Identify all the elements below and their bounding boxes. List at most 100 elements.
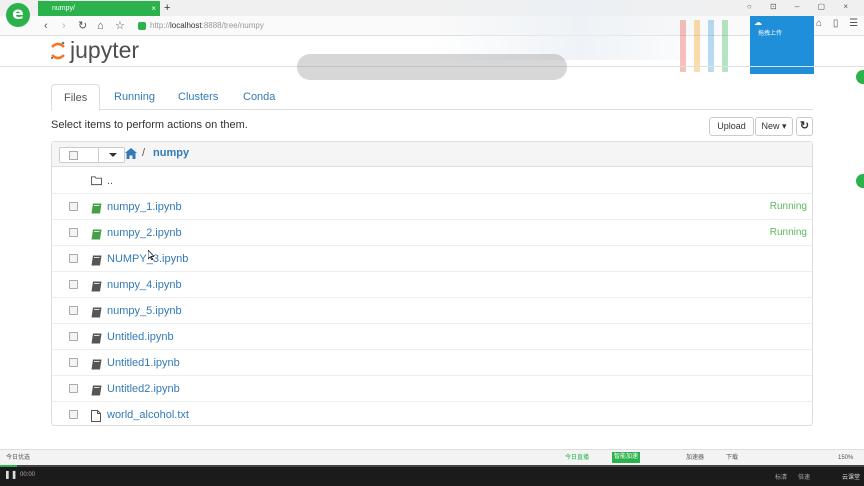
notebook-icon (91, 253, 102, 266)
running-status: Running (769, 227, 807, 238)
selection-hint: Select items to perform actions on them. (51, 119, 248, 131)
file-row[interactable]: numpy_1.ipynb Running (52, 194, 812, 220)
file-checkbox[interactable] (69, 306, 78, 315)
url-path: :8888/tree/numpy (201, 21, 264, 30)
file-name-link[interactable]: numpy_2.ipynb (107, 226, 182, 240)
quality-button[interactable]: 标清 (775, 472, 787, 481)
forward-icon[interactable]: › (62, 18, 66, 34)
select-all-checkbox[interactable] (69, 151, 78, 160)
browser-status-bar: 今日优选 今日直播 智能加速 加速器 下载 150% (0, 449, 864, 465)
file-list: / numpy .. numpy_1.ipynb Running numpy_2.i… (51, 141, 813, 426)
file-name-link[interactable]: Untitled.ipynb (107, 330, 174, 344)
breadcrumb-current-dir[interactable]: numpy (153, 147, 189, 159)
parent-dir-label[interactable]: .. (107, 174, 113, 188)
refresh-button[interactable]: ↻ (796, 117, 813, 136)
tab-title: numpy/ (52, 5, 75, 12)
browser-window: numpy/ × + ○ ⊡ – ▢ × e ‹ › ↻ ⌂ ☆ http://… (0, 0, 864, 486)
file-name-link[interactable]: world_alcohol.txt (107, 408, 189, 422)
cloud-icon: ☁ (754, 18, 762, 27)
folder-icon (91, 176, 102, 186)
video-progress-fill (0, 465, 18, 467)
browser-tab[interactable]: numpy/ × (38, 1, 160, 16)
file-row[interactable]: Untitled2.ipynb (52, 376, 812, 402)
video-progress-bar[interactable] (0, 465, 864, 467)
notification-overlay (297, 54, 567, 80)
file-checkbox[interactable] (69, 358, 78, 367)
chevron-down-icon: ▾ (782, 121, 787, 131)
browser-right-icons[interactable]: ⌂ ▯ ☰ (816, 18, 862, 29)
side-float-icon[interactable] (854, 172, 864, 190)
file-row[interactable]: numpy_4.ipynb (52, 272, 812, 298)
url-host: localhost (170, 21, 202, 30)
smart-accel-toggle[interactable]: 智能加速 (612, 452, 641, 463)
file-row[interactable]: Untitled1.ipynb (52, 350, 812, 376)
file-checkbox[interactable] (69, 254, 78, 263)
url-field[interactable]: http://localhost:8888/tree/numpy (136, 18, 426, 34)
accelerator-link[interactable]: 加速器 (686, 450, 704, 466)
speed-button[interactable]: 倍速 (798, 472, 810, 481)
jupyter-logo-icon (50, 41, 65, 60)
secure-icon (138, 22, 146, 30)
home-icon[interactable]: ⌂ (97, 18, 104, 34)
file-row[interactable]: NUMPY_3.ipynb (52, 246, 812, 272)
file-list-header: / numpy (52, 142, 812, 167)
tab-conda[interactable]: Conda (231, 84, 287, 110)
player-brand: 云课堂 (842, 475, 861, 481)
file-checkbox[interactable] (69, 202, 78, 211)
file-checkbox[interactable] (69, 332, 78, 341)
notebook-icon (91, 227, 102, 240)
video-time: 00:00 (20, 472, 36, 478)
file-row[interactable]: numpy_5.ipynb (52, 298, 812, 324)
file-row[interactable]: Untitled.ipynb (52, 324, 812, 350)
notebook-icon (91, 331, 102, 344)
file-name-link[interactable]: numpy_4.ipynb (107, 278, 182, 292)
file-row[interactable]: world_alcohol.txt (52, 402, 812, 428)
parent-dir-row[interactable]: .. (52, 168, 812, 194)
side-float-icon[interactable] (854, 68, 864, 86)
upload-label: 拖拽上传 (758, 31, 783, 37)
notebook-icon (91, 201, 102, 214)
mouse-cursor (148, 250, 154, 260)
notebook-icon (91, 357, 102, 370)
browser-logo: e (6, 3, 30, 27)
tab-close-icon[interactable]: × (151, 1, 156, 16)
file-checkbox[interactable] (69, 384, 78, 393)
tab-clusters[interactable]: Clusters (166, 84, 230, 110)
notebook-icon (91, 279, 102, 292)
new-tab-button[interactable]: + (164, 0, 170, 16)
file-name-link[interactable]: Untitled1.ipynb (107, 356, 180, 370)
select-all-dropdown[interactable] (59, 147, 125, 163)
window-controls[interactable]: ○ ⊡ – ▢ × (747, 2, 856, 11)
home-folder-icon[interactable] (125, 148, 137, 159)
jupyter-tabs: Files Running Clusters Conda (51, 84, 813, 111)
breadcrumb-separator: / (142, 147, 146, 159)
live-link[interactable]: 今日直播 (565, 450, 589, 466)
new-button-label: New (761, 121, 780, 131)
new-button[interactable]: New ▾ (755, 117, 793, 136)
file-checkbox[interactable] (69, 410, 78, 419)
upload-button[interactable]: Upload (709, 117, 754, 136)
file-name-link[interactable]: numpy_1.ipynb (107, 200, 182, 214)
url-prefix: http:// (150, 21, 171, 30)
jupyter-wordmark: jupyter (70, 37, 140, 63)
file-icon (91, 409, 102, 422)
chevron-down-icon[interactable] (109, 153, 117, 157)
file-checkbox[interactable] (69, 280, 78, 289)
reload-icon[interactable]: ↻ (78, 18, 87, 34)
pause-icon[interactable]: ❚❚ (4, 470, 17, 479)
download-link[interactable]: 下载 (726, 450, 738, 466)
today-picks-link[interactable]: 今日优选 (6, 450, 30, 466)
video-player-bar: ❚❚ 00:00 标清 倍速 云课堂 (0, 465, 864, 486)
tab-files[interactable]: Files (51, 84, 101, 111)
running-status: Running (769, 201, 807, 212)
zoom-level[interactable]: 150% (838, 450, 853, 466)
file-name-link[interactable]: numpy_5.ipynb (107, 304, 182, 318)
bookmark-star-icon[interactable]: ☆ (115, 18, 125, 34)
notebook-icon (91, 383, 102, 396)
tab-running[interactable]: Running (102, 84, 167, 110)
back-icon[interactable]: ‹ (44, 18, 48, 34)
file-checkbox[interactable] (69, 228, 78, 237)
notebook-icon (91, 305, 102, 318)
file-row[interactable]: numpy_2.ipynb Running (52, 220, 812, 246)
file-name-link[interactable]: Untitled2.ipynb (107, 382, 180, 396)
